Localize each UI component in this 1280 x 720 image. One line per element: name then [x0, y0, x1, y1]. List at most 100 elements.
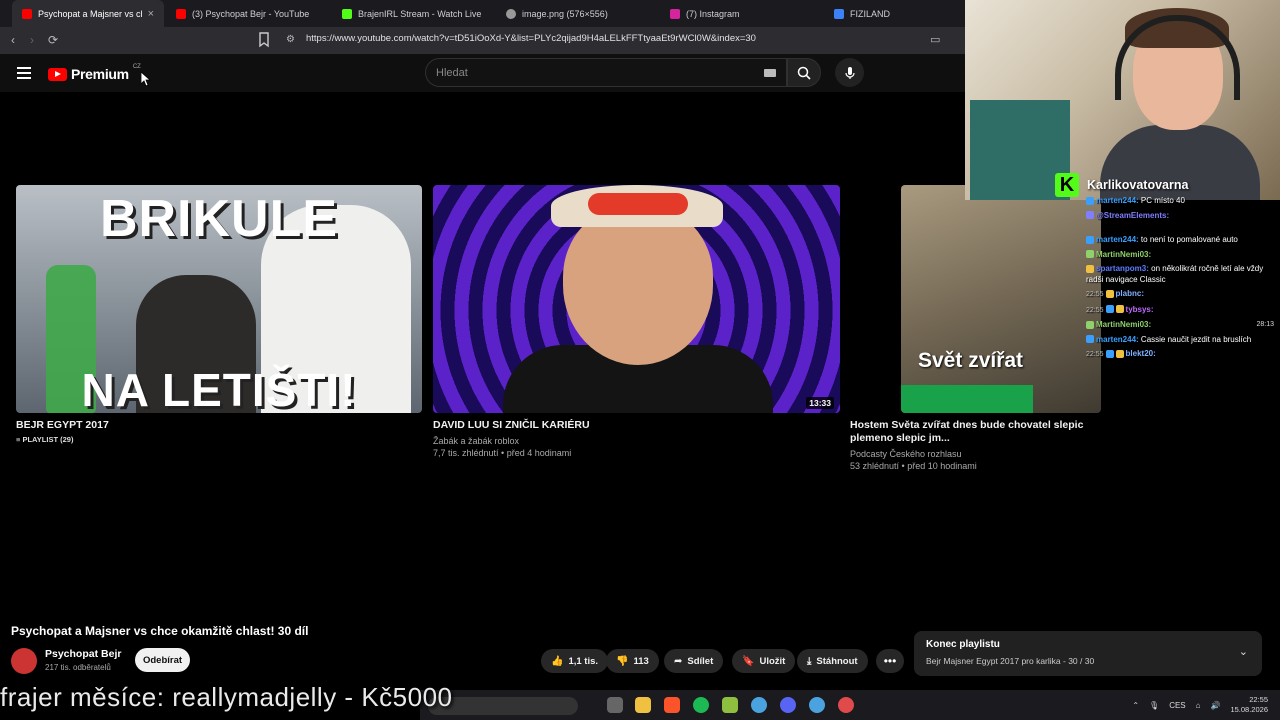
microphone-icon[interactable]: 🎙 — [1149, 701, 1159, 710]
discord-icon[interactable] — [780, 697, 796, 713]
browser-tab-instagram[interactable]: (7) Instagram — [660, 0, 820, 27]
save-button[interactable]: 🔖 Uložit — [732, 649, 796, 673]
video-title[interactable]: DAVID LUU SI ZNIČIL KARIÉRU — [433, 419, 590, 432]
playlist-count-text: PLAYLIST (29) — [22, 435, 74, 444]
channel-name[interactable]: Podcasty Českého rozhlasu — [850, 448, 962, 460]
reload-icon[interactable]: ⟳ — [43, 30, 63, 50]
download-button[interactable]: ⤓ Stáhnout — [797, 649, 868, 673]
video-stats: 53 zhlédnutí • před 10 hodinami — [850, 461, 977, 471]
chat-badge-icon — [1105, 289, 1114, 298]
app-icon[interactable] — [751, 697, 767, 713]
dislike-button[interactable]: 👎 113 — [606, 649, 659, 673]
mouse-cursor-icon — [141, 72, 151, 87]
settings-icon[interactable] — [838, 697, 854, 713]
chat-message: @StreamElements: — [1086, 211, 1274, 222]
search-input[interactable]: Hledat — [425, 58, 787, 87]
chat-badge-icon — [1115, 349, 1124, 358]
thumbnail-text-bottom: NA LETIŠTI! — [81, 364, 357, 413]
subscriber-count: 217 tis. odběratelů — [45, 663, 111, 672]
browser-tab-strip: Psychopat a Majsner vs chce okamžitě chl… — [0, 0, 965, 27]
video-title[interactable]: Hostem Světa zvířat dnes bude chovatel s… — [850, 419, 1086, 445]
video-thumbnail[interactable]: BRIKULE NA LETIŠTI! — [16, 185, 422, 413]
more-actions-button[interactable]: ••• — [876, 649, 904, 673]
save-label: Uložit — [759, 655, 786, 667]
chat-user: tybsys: — [1125, 304, 1154, 314]
streamer-name: Karlikovatovarna — [1087, 178, 1189, 192]
donation-alert: frajer měsíce: reallymadjelly - Kč5000 — [0, 682, 453, 712]
youtube-play-icon — [48, 67, 67, 81]
video-thumbnail[interactable]: 13:33 — [433, 185, 840, 413]
keyboard-icon[interactable] — [764, 69, 776, 77]
url-field[interactable]: https://www.youtube.com/watch?v=tD51iOoX… — [306, 33, 756, 44]
tab-label: image.png (576×556) — [522, 8, 608, 19]
search-button[interactable] — [787, 58, 821, 87]
app-icon[interactable] — [809, 697, 825, 713]
file-explorer-icon[interactable] — [635, 697, 651, 713]
windows-taskbar: ⌃ 🎙 CES ⌂ 🔊 22:55 15.08.2026 — [420, 690, 1280, 720]
volume-icon[interactable]: 🔊 — [1210, 701, 1220, 710]
system-tray: ⌃ 🎙 CES ⌂ 🔊 22:55 15.08.2026 — [1132, 690, 1280, 720]
task-view-icon[interactable] — [607, 697, 623, 713]
channel-avatar[interactable] — [11, 648, 37, 674]
youtube-favicon-icon — [22, 8, 32, 19]
spotify-icon[interactable] — [693, 697, 709, 713]
browser-tab-active[interactable]: Psychopat a Majsner vs chce okamžitě chl… — [12, 0, 164, 27]
browser-tab-psychopat-youtube[interactable]: (3) Psychopat Bejr - YouTube — [166, 0, 326, 27]
subscribe-button[interactable]: Odebírat — [135, 648, 190, 672]
language-indicator[interactable]: CES — [1169, 701, 1185, 710]
playlist-count: ≡ PLAYLIST (29) — [16, 434, 73, 446]
minecraft-icon[interactable] — [722, 697, 738, 713]
youtube-logo[interactable]: Premium CZ — [48, 64, 141, 82]
chat-message: marten244: PC místo 40 — [1086, 196, 1274, 207]
instagram-favicon-icon — [670, 8, 680, 19]
video-stats: 7,7 tis. zhlédnutí • před 4 hodinami — [433, 448, 572, 458]
browser-tab-fiziland[interactable]: FIZILAND — [824, 0, 964, 27]
site-info-icon[interactable]: ⚙ — [286, 34, 295, 45]
youtube-favicon-icon — [176, 8, 186, 19]
network-icon[interactable]: ⌂ — [1196, 701, 1201, 710]
cast-icon[interactable]: ▭ — [930, 33, 940, 46]
webcam-overlay — [965, 0, 1280, 200]
chat-message: marten244: to není to pomalované auto — [1086, 235, 1274, 246]
browser-tab-image[interactable]: image.png (576×556) — [496, 0, 656, 27]
channel-name[interactable]: Žabák a žabák roblox — [433, 435, 519, 447]
clock-time: 22:55 — [1249, 695, 1268, 704]
chat-user: MartinNemi03: — [1096, 320, 1152, 329]
thumbs-up-icon: 👍 — [551, 655, 564, 667]
chat-message: 22:55 tybsys: — [1086, 305, 1274, 317]
chat-message: marten244: Cassie naučit jezdit na brusl… — [1086, 335, 1274, 346]
stream-chat: marten244: PC místo 40 @StreamElements: … — [1086, 196, 1274, 365]
bookmark-icon: 🔖 — [742, 655, 755, 667]
playlist-panel[interactable]: Konec playlistu Bejr Majsner Egypt 2017 … — [914, 631, 1262, 676]
watch-channel-name[interactable]: Psychopat Bejr — [45, 648, 121, 660]
kick-logo-icon: K — [1055, 173, 1079, 197]
globe-icon — [506, 8, 516, 19]
logo-text: Premium — [71, 66, 129, 82]
share-icon: ➦ — [674, 655, 683, 667]
chat-user: marten244: — [1096, 235, 1139, 244]
voice-search-button[interactable] — [835, 58, 864, 87]
bookmark-icon[interactable] — [258, 32, 270, 48]
forward-arrow-icon[interactable]: › — [22, 30, 42, 50]
chat-message: MartinNemi03: 28:13 — [1086, 320, 1274, 331]
chat-badge-icon — [1086, 264, 1094, 273]
fiziland-favicon-icon — [834, 8, 844, 19]
video-thumbnail[interactable]: Svět zvířat — [901, 185, 1101, 413]
video-title[interactable]: BEJR EGYPT 2017 — [16, 419, 109, 432]
clock[interactable]: 22:55 15.08.2026 — [1230, 695, 1268, 715]
brave-browser-icon[interactable] — [664, 697, 680, 713]
chat-text: PC místo 40 — [1140, 196, 1185, 205]
tab-label: (7) Instagram — [686, 8, 740, 19]
back-arrow-icon[interactable]: ‹ — [3, 30, 23, 50]
chat-timestamp: 22:55 — [1086, 291, 1104, 298]
like-button[interactable]: 👍 1,1 tis. — [541, 649, 609, 673]
menu-icon[interactable] — [17, 67, 31, 79]
share-button[interactable]: ➦ Sdílet — [664, 649, 724, 673]
browser-tab-kick[interactable]: BrajenIRL Stream - Watch Live on Kick — [332, 0, 492, 27]
download-icon: ⤓ — [807, 655, 812, 667]
chevron-up-icon[interactable]: ⌃ — [1132, 701, 1139, 710]
close-tab-icon[interactable]: × — [148, 8, 154, 20]
chat-message: MartinNemi03: — [1086, 250, 1274, 261]
chevron-down-icon[interactable]: ⌄ — [1239, 645, 1248, 658]
thumbs-down-icon: 👎 — [616, 655, 629, 667]
